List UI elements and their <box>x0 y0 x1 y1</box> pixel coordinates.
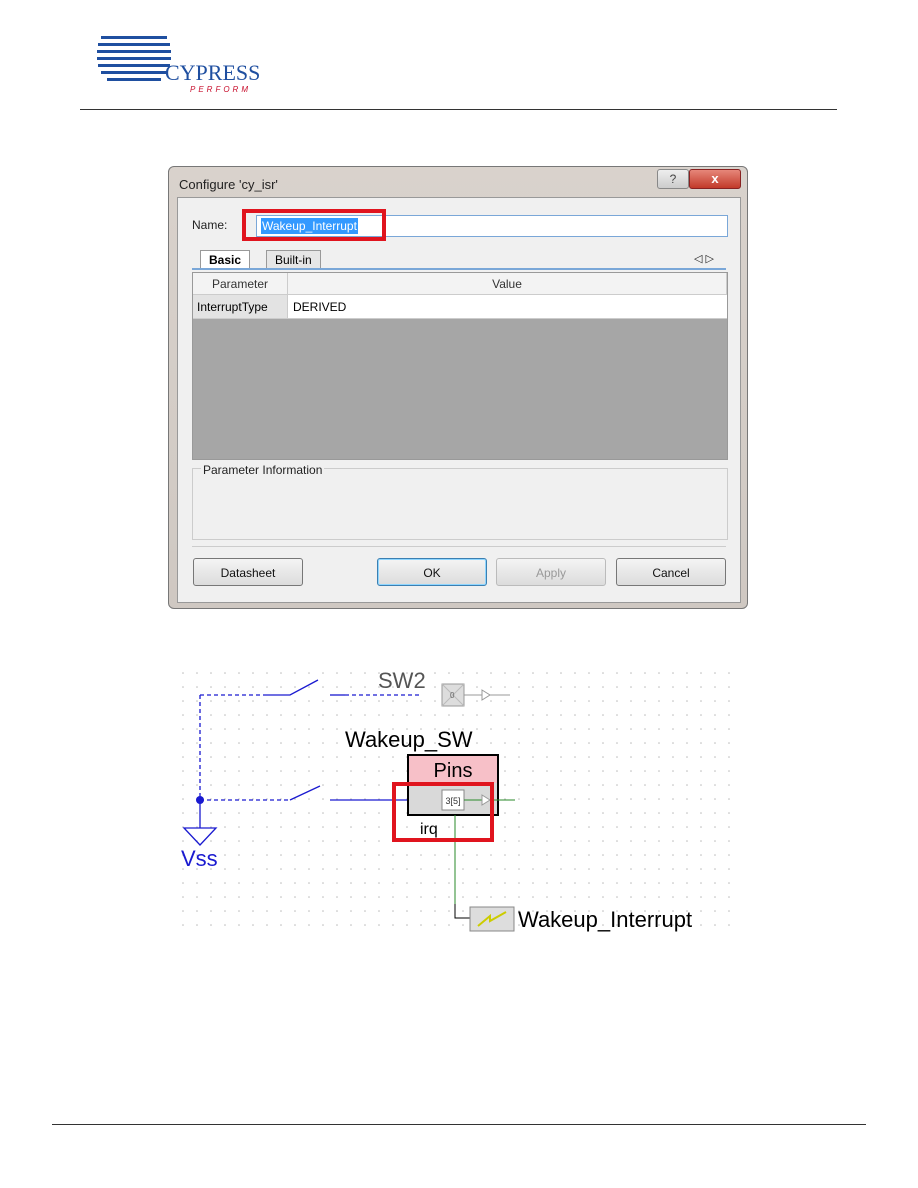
sw2-pin[interactable]: 0 <box>441 683 465 707</box>
junction-dot <box>196 796 204 804</box>
isr-label: Wakeup_Interrupt <box>518 907 692 932</box>
svg-text:3[5]: 3[5] <box>445 796 460 806</box>
sw2-label: SW2 <box>378 668 426 693</box>
irq-label: irq <box>420 821 438 838</box>
svg-text:Pins: Pins <box>434 760 473 782</box>
svg-text:0: 0 <box>450 691 455 700</box>
schematic: Vss SW2 0 Wakeup_SW Pins 3[5] irq Wakeup… <box>180 662 740 934</box>
component-name: Wakeup_SW <box>345 727 473 752</box>
isr-component[interactable] <box>469 906 515 932</box>
vss-label: Vss <box>181 846 218 871</box>
footer-rule <box>52 1124 866 1125</box>
document-page: CYPRESS PERFORM Configure 'cy_isr' ? x N… <box>0 0 918 1188</box>
